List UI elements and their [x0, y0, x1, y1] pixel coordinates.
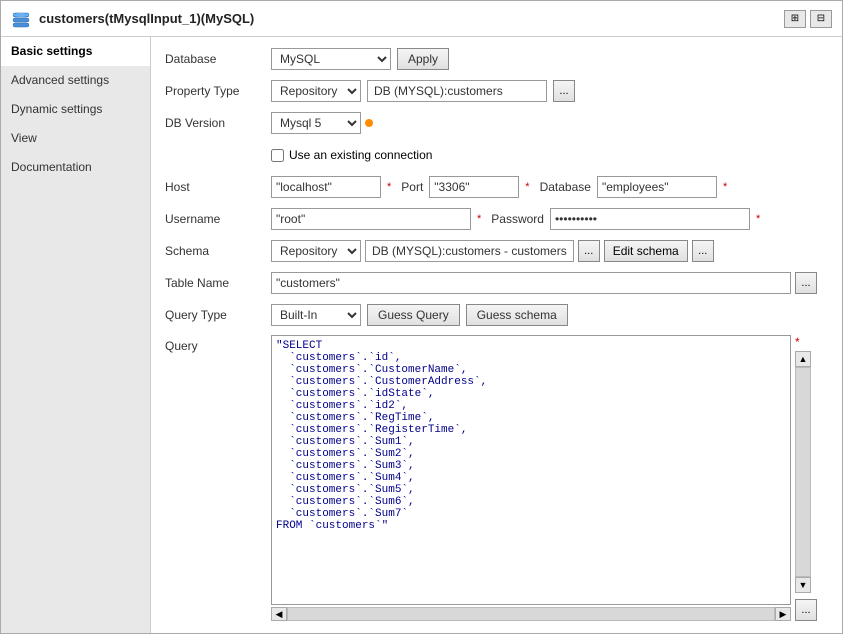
split-view-button[interactable]: ⊟	[810, 10, 832, 28]
title-bar-right: ⊞ ⊟	[784, 10, 832, 28]
use-existing-checkbox-row: Use an existing connection	[271, 148, 432, 162]
table-name-row: Table Name ...	[165, 271, 828, 295]
database-select[interactable]: MySQL	[271, 48, 391, 70]
title-bar: customers(tMysqlInput_1)(MySQL) ⊞ ⊟	[1, 1, 842, 37]
query-textarea[interactable]: "SELECT `customers`.`id`, `customers`.`C…	[271, 335, 791, 605]
db-version-select[interactable]: Mysql 5	[271, 112, 361, 134]
host-label: Host	[165, 180, 265, 194]
schema-field: Repository DB (MYSQL):customers - custom…	[271, 240, 714, 262]
vertical-scrollbar: ▲ ▼	[795, 351, 817, 593]
horizontal-scrollbar: ◀ ▶	[271, 607, 791, 621]
table-name-field-row: ...	[271, 272, 817, 294]
host-row: Host * Port * Database *	[165, 175, 828, 199]
sidebar-item-advanced-settings[interactable]: Advanced settings	[1, 66, 150, 95]
main-panel: Database MySQL Apply Property Type Repos…	[151, 37, 842, 633]
host-input[interactable]	[271, 176, 381, 198]
port-required: *	[525, 181, 529, 193]
table-name-label: Table Name	[165, 276, 265, 290]
schema-select[interactable]: Repository	[271, 240, 361, 262]
grid-view-button[interactable]: ⊞	[784, 10, 806, 28]
use-existing-checkbox[interactable]	[271, 149, 284, 162]
apply-button[interactable]: Apply	[397, 48, 449, 70]
db-version-control: Mysql 5	[271, 112, 373, 134]
username-row: Username * Password *	[165, 207, 828, 231]
query-type-label: Query Type	[165, 308, 265, 322]
query-area-wrapper: "SELECT `customers`.`id`, `customers`.`C…	[271, 335, 817, 621]
port-label: Port	[401, 180, 423, 194]
database-label: Database	[165, 52, 265, 66]
db-icon	[11, 9, 31, 29]
host-required: *	[387, 181, 391, 193]
sidebar-item-view[interactable]: View	[1, 124, 150, 153]
property-type-label: Property Type	[165, 84, 265, 98]
content-area: Basic settings Advanced settings Dynamic…	[1, 37, 842, 633]
password-label: Password	[491, 212, 544, 226]
scroll-down-button[interactable]: ▼	[795, 577, 811, 593]
guess-query-button[interactable]: Guess Query	[367, 304, 460, 326]
edit-schema-button[interactable]: Edit schema	[604, 240, 688, 262]
schema-label: Schema	[165, 244, 265, 258]
property-type-select[interactable]: Repository	[271, 80, 361, 102]
schema-row: Schema Repository DB (MYSQL):customers -…	[165, 239, 828, 263]
sidebar: Basic settings Advanced settings Dynamic…	[1, 37, 151, 633]
scroll-right-button[interactable]: ▶	[775, 607, 791, 621]
use-existing-label: Use an existing connection	[289, 148, 432, 162]
scroll-left-button[interactable]: ◀	[271, 607, 287, 621]
database-field-label: Database	[540, 180, 591, 194]
username-required: *	[477, 213, 481, 225]
db-required: *	[723, 181, 727, 193]
table-name-ellipsis-button[interactable]: ...	[795, 272, 817, 294]
query-required: *	[795, 335, 817, 349]
table-name-input[interactable]	[271, 272, 791, 294]
db-version-row: DB Version Mysql 5	[165, 111, 828, 135]
version-indicator	[365, 119, 373, 127]
property-type-row: Property Type Repository DB (MYSQL):cust…	[165, 79, 828, 103]
sidebar-item-dynamic-settings[interactable]: Dynamic settings	[1, 95, 150, 124]
database-field-input[interactable]	[597, 176, 717, 198]
query-label: Query	[165, 335, 265, 353]
password-required: *	[756, 213, 760, 225]
query-type-row: Query Type Built-In Guess Query Guess sc…	[165, 303, 828, 327]
window-title: customers(tMysqlInput_1)(MySQL)	[39, 11, 254, 26]
query-side-controls: * ▲ ▼ ...	[795, 335, 817, 621]
query-editor-container: "SELECT `customers`.`id`, `customers`.`C…	[271, 335, 791, 621]
schema-ellipsis-button[interactable]: ...	[578, 240, 600, 262]
sidebar-item-documentation[interactable]: Documentation	[1, 153, 150, 182]
scroll-up-button[interactable]: ▲	[795, 351, 811, 367]
hscroll-track	[287, 607, 775, 621]
query-ellipsis-button[interactable]: ...	[795, 599, 817, 621]
main-window: customers(tMysqlInput_1)(MySQL) ⊞ ⊟ Basi…	[0, 0, 843, 634]
vscroll-track	[795, 367, 811, 577]
property-type-value: DB (MYSQL):customers	[367, 80, 547, 102]
guess-schema-button[interactable]: Guess schema	[466, 304, 568, 326]
query-type-select[interactable]: Built-In	[271, 304, 361, 326]
port-input[interactable]	[429, 176, 519, 198]
username-input[interactable]	[271, 208, 471, 230]
password-input[interactable]	[550, 208, 750, 230]
query-type-controls: Built-In Guess Query Guess schema	[271, 304, 568, 326]
property-type-ellipsis-button[interactable]: ...	[553, 80, 575, 102]
title-bar-left: customers(tMysqlInput_1)(MySQL)	[11, 9, 254, 29]
query-editor-row: "SELECT `customers`.`id`, `customers`.`C…	[271, 335, 817, 621]
use-existing-row: Use an existing connection	[165, 143, 828, 167]
edit-schema-ellipsis-button[interactable]: ...	[692, 240, 714, 262]
username-label: Username	[165, 212, 265, 226]
sidebar-item-basic-settings[interactable]: Basic settings	[1, 37, 150, 66]
database-row: Database MySQL Apply	[165, 47, 828, 71]
schema-value: DB (MYSQL):customers - customers	[365, 240, 574, 262]
query-row: Query "SELECT `customers`.`id`, `custome…	[165, 335, 828, 621]
db-version-label: DB Version	[165, 116, 265, 130]
